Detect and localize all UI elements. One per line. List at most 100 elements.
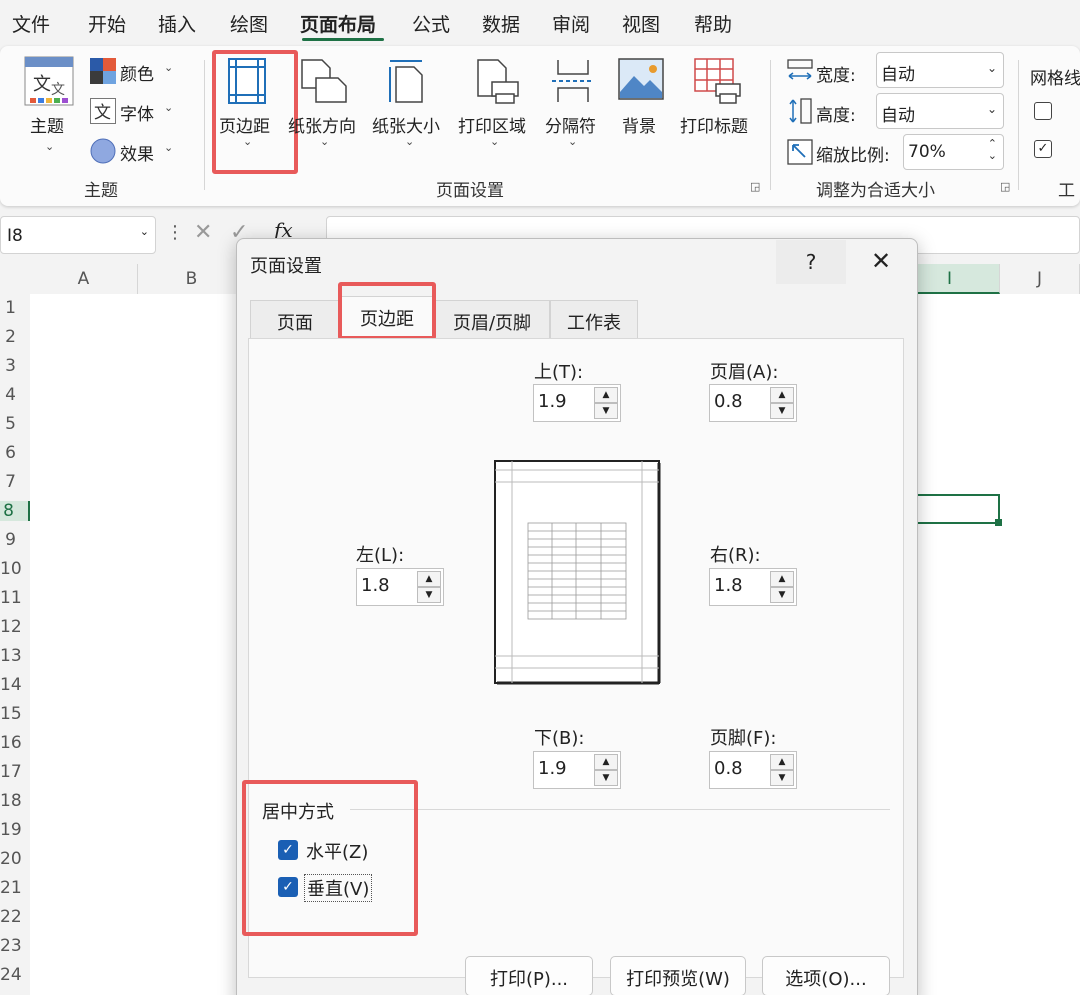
- row-header[interactable]: 3: [0, 356, 30, 376]
- spin-up-icon[interactable]: ▲: [594, 754, 618, 770]
- chevron-down-icon: ⌄: [320, 135, 330, 148]
- right-margin-spinner[interactable]: 1.8 ▲ ▼: [709, 568, 797, 606]
- footer-margin-spinner[interactable]: 0.8 ▲ ▼: [709, 751, 797, 789]
- row-header[interactable]: 12: [0, 617, 30, 637]
- spin-down-icon[interactable]: ▼: [417, 587, 441, 603]
- row-header[interactable]: 17: [0, 762, 30, 782]
- row-header[interactable]: 20: [0, 849, 30, 869]
- bottom-margin-value: 1.9: [538, 758, 567, 779]
- row-header[interactable]: 11: [0, 588, 30, 608]
- height-label: 高度:: [816, 106, 856, 126]
- fonts-label: 字体: [120, 105, 154, 125]
- options-button[interactable]: 选项(O)...: [762, 956, 890, 995]
- row-header[interactable]: 19: [0, 820, 30, 840]
- spin-up-icon[interactable]: ▲: [770, 754, 794, 770]
- name-box-value: I8: [7, 226, 23, 246]
- row-header[interactable]: 10: [0, 559, 30, 579]
- fill-handle[interactable]: [995, 519, 1002, 526]
- background-icon: [618, 58, 664, 100]
- spin-up-icon[interactable]: ▲: [594, 387, 618, 403]
- row-header[interactable]: 9: [0, 530, 30, 550]
- page-setup-launcher-icon[interactable]: ◲: [750, 180, 760, 193]
- menu-help[interactable]: 帮助: [694, 10, 732, 37]
- print-titles-icon: [694, 58, 741, 104]
- active-tab-underline: [302, 38, 384, 41]
- row-header[interactable]: 4: [0, 385, 30, 405]
- row-header[interactable]: 6: [0, 443, 30, 463]
- column-header[interactable]: J: [1000, 264, 1080, 294]
- column-header[interactable]: B: [138, 264, 246, 294]
- chevron-down-icon: ⌄: [164, 61, 174, 74]
- page-preview: [494, 460, 661, 685]
- row-header[interactable]: 13: [0, 646, 30, 666]
- width-dropdown[interactable]: 自动 ⌄: [876, 52, 1004, 88]
- spin-down-icon[interactable]: ▼: [770, 770, 794, 786]
- row-header[interactable]: 15: [0, 704, 30, 724]
- breaks-label: 分隔符: [545, 117, 596, 137]
- spin-down-icon[interactable]: ⌄: [988, 149, 997, 162]
- print-area-icon: [477, 59, 519, 104]
- row-header[interactable]: 8: [0, 501, 30, 521]
- gridlines-print-checkbox[interactable]: ✓: [1034, 140, 1052, 158]
- more-icon[interactable]: ⋮: [166, 222, 184, 243]
- bottom-margin-spinner[interactable]: 1.9 ▲ ▼: [533, 751, 621, 789]
- row-header[interactable]: 21: [0, 878, 30, 898]
- footer-label: 页脚(F):: [710, 728, 777, 749]
- bottom-label: 下(B):: [534, 728, 585, 749]
- gridlines-view-checkbox[interactable]: [1034, 102, 1052, 120]
- scale-spinner[interactable]: 70% ⌃ ⌄: [903, 134, 1004, 170]
- header-margin-spinner[interactable]: 0.8 ▲ ▼: [709, 384, 797, 422]
- close-button[interactable]: ✕: [846, 240, 916, 284]
- spin-up-icon[interactable]: ▲: [770, 387, 794, 403]
- breaks-icon: [552, 60, 594, 102]
- fonts-icon: 文: [90, 98, 116, 124]
- svg-text:文: 文: [51, 82, 65, 98]
- cancel-icon[interactable]: ✕: [194, 220, 212, 245]
- name-box[interactable]: I8 ⌄: [0, 216, 156, 254]
- menu-file[interactable]: 文件: [12, 10, 50, 37]
- spin-up-icon[interactable]: ▲: [770, 571, 794, 587]
- scale-group-label: 调整为合适大小: [816, 181, 935, 201]
- spin-down-icon[interactable]: ▼: [594, 403, 618, 419]
- top-margin-spinner[interactable]: 1.9 ▲ ▼: [533, 384, 621, 422]
- menu-review[interactable]: 审阅: [552, 10, 590, 37]
- scale-launcher-icon[interactable]: ◲: [1000, 180, 1010, 193]
- menu-page-layout[interactable]: 页面布局: [300, 10, 376, 37]
- spin-down-icon[interactable]: ▼: [594, 770, 618, 786]
- spin-down-icon[interactable]: ▼: [770, 587, 794, 603]
- tab-header-footer[interactable]: 页眉/页脚: [434, 300, 550, 338]
- header-label: 页眉(A):: [710, 362, 779, 383]
- select-all-corner[interactable]: [0, 264, 30, 294]
- tab-page[interactable]: 页面: [250, 300, 340, 338]
- row-header[interactable]: 14: [0, 675, 30, 695]
- themes-icon: 文 文: [24, 56, 74, 106]
- spin-down-icon[interactable]: ▼: [770, 403, 794, 419]
- row-header[interactable]: 2: [0, 327, 30, 347]
- left-label: 左(L):: [356, 545, 405, 566]
- tab-sheet[interactable]: 工作表: [550, 300, 638, 338]
- menu-insert[interactable]: 插入: [158, 10, 196, 37]
- row-header[interactable]: 22: [0, 907, 30, 927]
- row-header[interactable]: 5: [0, 414, 30, 434]
- print-preview-button[interactable]: 打印预览(W): [610, 956, 746, 995]
- themes-label: 主题: [30, 117, 64, 137]
- menu-formulas[interactable]: 公式: [412, 10, 450, 37]
- print-button[interactable]: 打印(P)...: [465, 956, 593, 995]
- menu-draw[interactable]: 绘图: [230, 10, 268, 37]
- row-header[interactable]: 18: [0, 791, 30, 811]
- left-margin-spinner[interactable]: 1.8 ▲ ▼: [356, 568, 444, 606]
- spin-up-icon[interactable]: ▲: [417, 571, 441, 587]
- row-header[interactable]: 23: [0, 936, 30, 956]
- menu-view[interactable]: 视图: [622, 10, 660, 37]
- menu-data[interactable]: 数据: [482, 10, 520, 37]
- row-header[interactable]: 16: [0, 733, 30, 753]
- row-header[interactable]: 24: [0, 965, 30, 985]
- column-header[interactable]: A: [30, 264, 138, 294]
- menu-home[interactable]: 开始: [88, 10, 126, 37]
- help-button[interactable]: ?: [776, 240, 846, 284]
- row-header[interactable]: 1: [0, 298, 30, 318]
- row-header[interactable]: 7: [0, 472, 30, 492]
- page-setup-group-label: 页面设置: [436, 181, 504, 201]
- selected-cell[interactable]: [916, 494, 1000, 524]
- height-dropdown[interactable]: 自动 ⌄: [876, 93, 1004, 129]
